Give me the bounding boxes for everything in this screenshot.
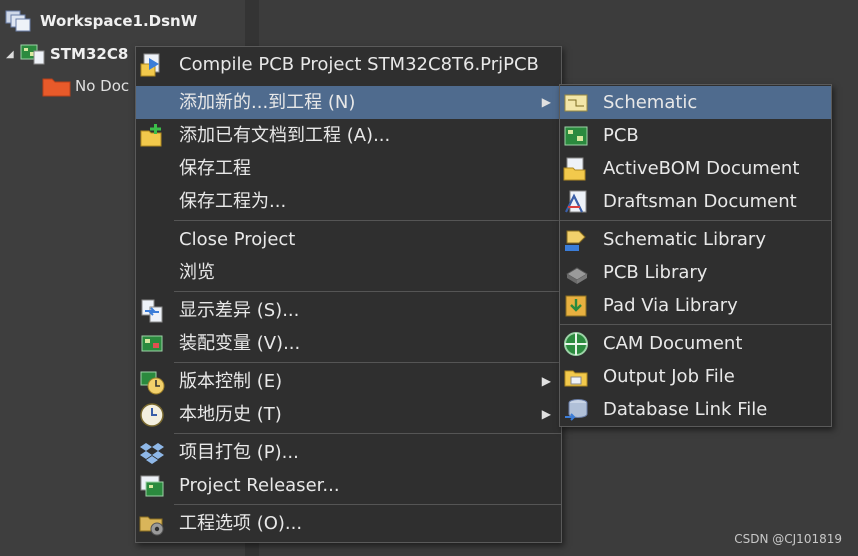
menu-item-label: Pad Via Library [603, 295, 738, 316]
menu-separator [174, 220, 561, 221]
padvia-icon [563, 293, 589, 319]
add-new-submenu: Schematic PCB ActiveBOM Document Draftsm… [559, 84, 832, 427]
menu-item-label: Close Project [179, 229, 296, 250]
submenu-item-schematic-library[interactable]: Schematic Library [560, 223, 831, 256]
menu-item-add-new[interactable]: 添加新的...到工程 (N) ▶ [136, 86, 561, 119]
folder-icon [42, 74, 72, 98]
menu-item-label: 装配变量 (V)... [179, 333, 301, 354]
menu-item-label: 版本控制 (E) [179, 371, 283, 392]
menu-item-label: 显示差异 (S)... [179, 300, 300, 321]
menu-item-label: Schematic Library [603, 229, 766, 250]
pcb-project-icon [20, 42, 46, 66]
menu-item-label: Database Link File [603, 399, 768, 420]
dblink-icon [563, 397, 589, 423]
dropbox-icon [139, 440, 165, 466]
menu-item-label: 浏览 [179, 262, 215, 283]
cam-icon [563, 331, 589, 357]
submenu-item-pcb-library[interactable]: PCB Library [560, 256, 831, 289]
options-icon [139, 511, 165, 537]
menu-item-variants[interactable]: 装配变量 (V)... [136, 327, 561, 360]
menu-separator [174, 504, 561, 505]
pcb-icon [563, 123, 589, 149]
menu-item-label: Output Job File [603, 366, 735, 387]
menu-item-label: Schematic [603, 92, 698, 113]
variants-icon [139, 331, 165, 357]
menu-item-label: CAM Document [603, 333, 743, 354]
workspace-icon [4, 8, 34, 34]
tree-workspace-row[interactable]: Workspace1.DsnW [4, 8, 197, 34]
menu-item-label: 添加已有文档到工程 (A)... [179, 125, 391, 146]
menu-item-browse[interactable]: 浏览 [136, 256, 561, 289]
menu-item-label: 保存工程为... [179, 191, 287, 212]
pcblib-icon [563, 260, 589, 286]
compile-icon [139, 52, 165, 78]
submenu-item-activebom[interactable]: ActiveBOM Document [560, 152, 831, 185]
menu-item-label: 项目打包 (P)... [179, 442, 299, 463]
schlib-icon [563, 227, 589, 253]
chevron-right-icon: ▶ [541, 95, 551, 109]
version-control-icon [139, 369, 165, 395]
menu-item-label: PCB Library [603, 262, 708, 283]
menu-item-label: 本地历史 (T) [179, 404, 282, 425]
chevron-right-icon: ▶ [541, 374, 551, 388]
menu-item-close-project[interactable]: Close Project [136, 223, 561, 256]
bom-icon [563, 156, 589, 182]
menu-separator [174, 291, 561, 292]
menu-item-label: Project Releaser... [179, 475, 340, 496]
menu-item-label: Draftsman Document [603, 191, 797, 212]
menu-item-save-project-as[interactable]: 保存工程为... [136, 185, 561, 218]
menu-separator [174, 362, 561, 363]
menu-item-version-control[interactable]: 版本控制 (E) ▶ [136, 365, 561, 398]
schematic-icon [563, 90, 589, 116]
menu-separator [174, 433, 561, 434]
menu-item-label: 工程选项 (O)... [179, 513, 303, 534]
submenu-item-schematic[interactable]: Schematic [560, 86, 831, 119]
tree-no-doc-row[interactable]: No Doc [42, 74, 129, 98]
submenu-item-output-job[interactable]: Output Job File [560, 360, 831, 393]
submenu-item-draftsman[interactable]: Draftsman Document [560, 185, 831, 218]
menu-item-label: PCB [603, 125, 639, 146]
watermark: CSDN @CJ101819 [734, 532, 842, 546]
submenu-item-database-link[interactable]: Database Link File [560, 393, 831, 426]
menu-item-project-options[interactable]: 工程选项 (O)... [136, 507, 561, 540]
menu-item-show-diff[interactable]: 显示差异 (S)... [136, 294, 561, 327]
releaser-icon [139, 473, 165, 499]
history-icon [139, 402, 165, 428]
context-menu: Compile PCB Project STM32C8T6.PrjPCB 添加新… [135, 46, 562, 543]
chevron-right-icon: ▶ [541, 407, 551, 421]
submenu-item-cam-document[interactable]: CAM Document [560, 327, 831, 360]
menu-item-pack-project[interactable]: 项目打包 (P)... [136, 436, 561, 469]
menu-item-label: 添加新的...到工程 (N) [179, 92, 356, 113]
menu-separator [560, 220, 831, 221]
tree-project-row[interactable]: ◢ STM32C8 [6, 42, 128, 66]
menu-item-save-project[interactable]: 保存工程 [136, 152, 561, 185]
no-doc-label: No Doc [75, 77, 130, 95]
submenu-item-pcb[interactable]: PCB [560, 119, 831, 152]
menu-item-add-existing[interactable]: 添加已有文档到工程 (A)... [136, 119, 561, 152]
draftsman-icon [563, 189, 589, 215]
menu-item-label: Compile PCB Project STM32C8T6.PrjPCB [179, 54, 539, 75]
menu-item-local-history[interactable]: 本地历史 (T) ▶ [136, 398, 561, 431]
menu-separator [560, 324, 831, 325]
collapse-icon[interactable]: ◢ [6, 49, 20, 60]
workspace-label: Workspace1.DsnW [40, 12, 198, 30]
outjob-icon [563, 364, 589, 390]
show-diff-icon [139, 298, 165, 324]
project-label: STM32C8 [50, 45, 129, 63]
submenu-item-pad-via-library[interactable]: Pad Via Library [560, 289, 831, 322]
menu-item-label: ActiveBOM Document [603, 158, 800, 179]
add-existing-icon [139, 123, 165, 149]
menu-item-project-releaser[interactable]: Project Releaser... [136, 469, 561, 502]
menu-item-label: 保存工程 [179, 158, 251, 179]
menu-item-compile[interactable]: Compile PCB Project STM32C8T6.PrjPCB [136, 48, 561, 81]
